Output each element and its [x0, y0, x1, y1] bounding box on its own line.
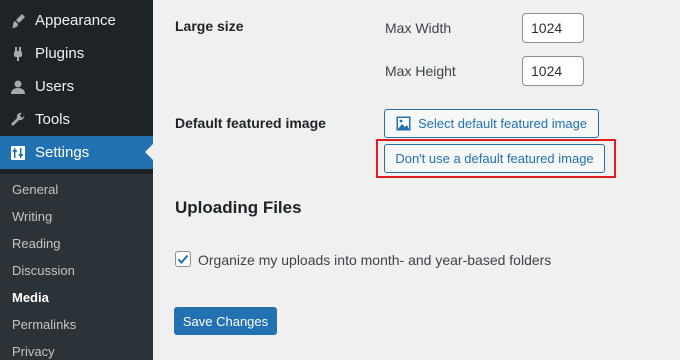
max-width-input[interactable]: [522, 13, 584, 43]
menu-item-users[interactable]: Users: [0, 70, 153, 103]
highlight-annotation-box: [376, 139, 616, 178]
menu-item-plugins[interactable]: Plugins: [0, 37, 153, 70]
organize-uploads-checkbox[interactable]: [175, 251, 191, 267]
menu-item-appearance[interactable]: Appearance: [0, 4, 153, 37]
menu-label: Users: [35, 78, 75, 95]
submenu-item-writing[interactable]: Writing: [12, 209, 52, 224]
settings-submenu: General Writing Reading Discussion Media…: [0, 174, 153, 360]
organize-uploads-label: Organize my uploads into month- and year…: [198, 252, 552, 268]
submenu-item-privacy[interactable]: Privacy: [12, 344, 55, 359]
max-height-label: Max Height: [385, 63, 456, 79]
menu-label: Tools: [35, 111, 71, 128]
save-changes-button[interactable]: Save Changes: [174, 307, 277, 335]
plug-icon: [9, 45, 27, 63]
save-changes-label: Save Changes: [182, 313, 269, 329]
default-featured-image-label: Default featured image: [175, 115, 326, 131]
menu-label: Plugins: [35, 45, 85, 62]
wrench-icon: [9, 111, 27, 129]
checkmark-icon: [177, 253, 189, 265]
submenu-item-media[interactable]: Media: [12, 290, 49, 305]
uploading-files-heading: Uploading Files: [175, 198, 302, 217]
select-default-featured-image-button[interactable]: Select default featured image: [384, 109, 599, 138]
sliders-icon: [9, 144, 27, 162]
submenu-item-permalinks[interactable]: Permalinks: [12, 317, 76, 332]
menu-item-tools[interactable]: Tools: [0, 103, 153, 136]
user-icon: [9, 78, 27, 96]
select-featured-label: Select default featured image: [418, 116, 588, 131]
image-icon: [396, 116, 411, 131]
menu-label: Settings: [35, 144, 90, 161]
settings-content: Large size Max Width Max Height Default …: [153, 0, 680, 360]
submenu-item-general[interactable]: General: [12, 182, 58, 197]
submenu-item-reading[interactable]: Reading: [12, 236, 60, 251]
max-height-input[interactable]: [522, 56, 584, 86]
large-size-label: Large size: [175, 18, 244, 34]
menu-item-settings[interactable]: Settings: [0, 136, 153, 169]
max-width-label: Max Width: [385, 20, 452, 36]
admin-sidebar: Appearance Plugins Users Tools Settings …: [0, 0, 153, 360]
paintbrush-icon: [9, 12, 27, 30]
submenu-item-discussion[interactable]: Discussion: [12, 263, 75, 278]
menu-label: Appearance: [35, 12, 116, 29]
